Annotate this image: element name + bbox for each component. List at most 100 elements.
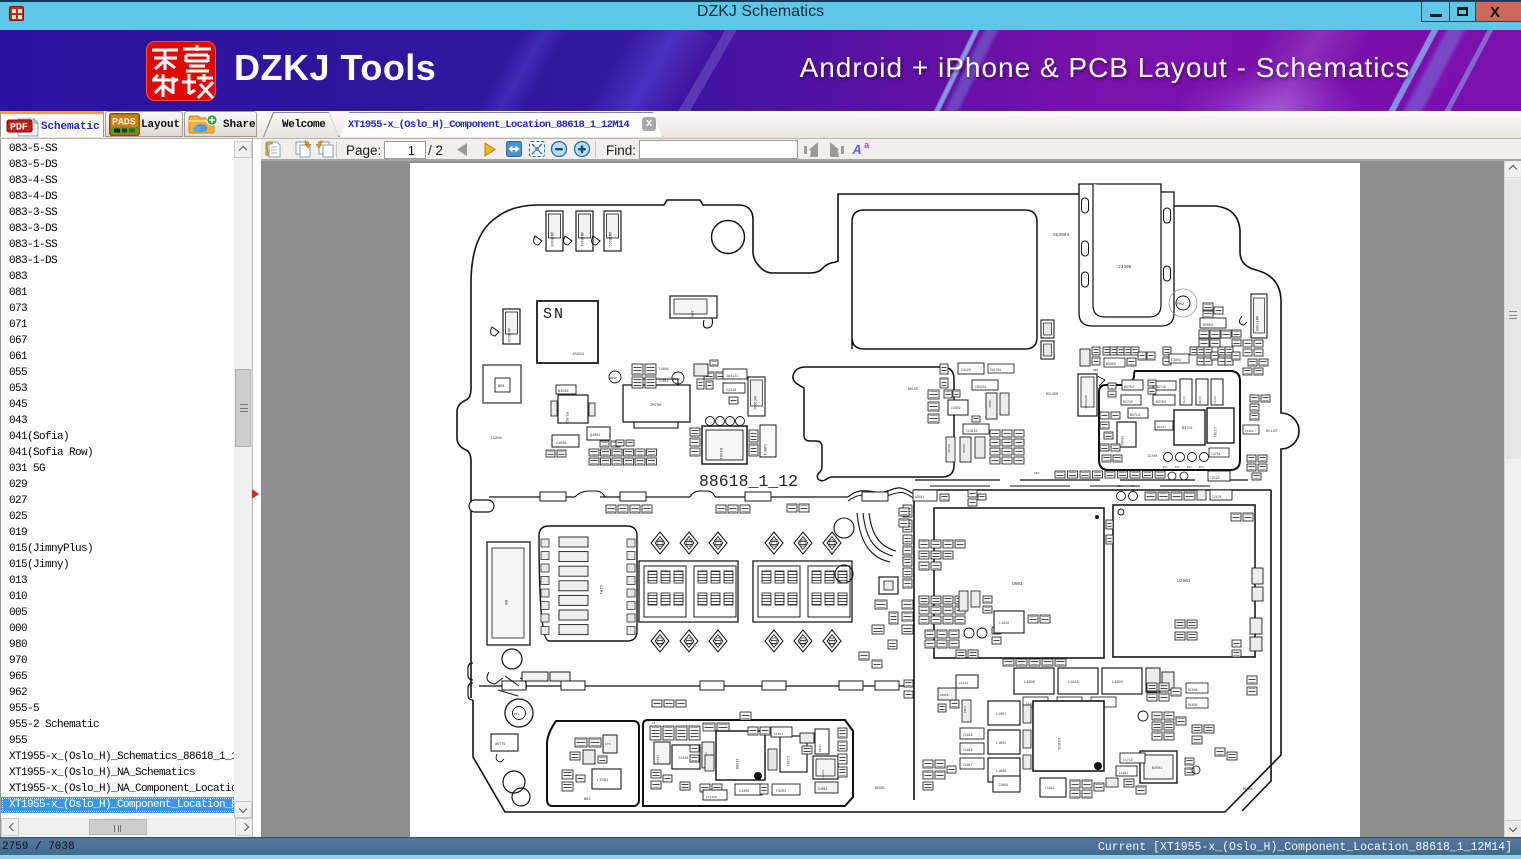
svg-text:B3720: B3720 (1123, 400, 1133, 404)
svg-text:B3703: B3703 (1156, 400, 1166, 404)
svg-text:BT3: BT3 (1187, 466, 1192, 469)
svg-text:a: a (864, 141, 870, 151)
svg-text:IA4121: IA4121 (726, 375, 738, 379)
svg-text:A: A (852, 143, 861, 159)
svg-text:C3463: C3463 (1245, 430, 1254, 433)
svg-text:C2525: C2525 (1212, 495, 1222, 499)
svg-text:Q4003: Q4003 (590, 434, 600, 438)
svg-text:I1306: I1306 (734, 758, 738, 770)
svg-text:C31234: C31234 (947, 444, 950, 453)
svg-text:C4MA71: C4MA71 (763, 444, 767, 456)
svg-text:E3903: E3903 (1171, 358, 1181, 362)
svg-text:B3504: B3504 (1203, 323, 1213, 327)
svg-text:PA3204: PA3204 (962, 444, 965, 454)
svg-text:ANT6901: ANT6901 (579, 232, 583, 247)
svg-text:B8: B8 (503, 600, 507, 605)
svg-text:CN3231: CN3231 (975, 385, 987, 389)
svg-text:DB1: DB1 (1093, 369, 1099, 372)
svg-text:MI1: MI1 (514, 713, 520, 716)
svg-text:F3502: F3502 (776, 790, 786, 794)
svg-text:T1: T1 (1131, 485, 1135, 488)
svg-text:L1602: L1602 (996, 742, 1006, 746)
svg-text:J3201: J3201 (490, 437, 503, 441)
svg-text:DAC301: DAC301 (990, 368, 1002, 372)
svg-text:B3702: B3702 (1124, 385, 1134, 389)
svg-text:JM700: JM700 (650, 404, 662, 408)
svg-text:CR402: CR402 (1120, 436, 1124, 446)
svg-text:PADS: PADS (112, 118, 136, 129)
svg-text:L1616: L1616 (1068, 681, 1079, 685)
svg-text:L1610: L1610 (999, 622, 1009, 626)
svg-text:C4912: C4912 (659, 379, 669, 383)
svg-text:D4404: D4404 (718, 448, 722, 460)
svg-text:I1401: I1401 (678, 757, 689, 761)
svg-text:BILGER: BILGER (1046, 393, 1058, 397)
svg-text:ANT79: ANT79 (495, 743, 505, 747)
svg-text:U501: U501 (1012, 581, 1023, 587)
svg-text:A3011: A3011 (915, 495, 925, 499)
svg-text:J3306: J3306 (1118, 264, 1132, 270)
svg-text:PM2: PM2 (1177, 303, 1185, 307)
svg-text:B3707: B3707 (1157, 426, 1166, 429)
svg-text:C1613: C1613 (959, 682, 968, 685)
svg-text:ANT6902: ANT6902 (607, 232, 611, 247)
svg-text:BCLGT: BCLGT (1266, 430, 1279, 434)
svg-text:B3748: B3748 (1156, 385, 1166, 389)
svg-text:SG3904: SG3904 (1053, 232, 1070, 238)
svg-text:C1617: C1617 (963, 763, 973, 767)
svg-text:BT2: BT2 (1175, 466, 1180, 469)
svg-text:I4120: I4120 (961, 368, 971, 372)
svg-text:ANT6900: ANT6900 (549, 232, 553, 247)
svg-text:RE5M: RE5M (610, 377, 617, 380)
svg-text:BGLGR: BGLGR (908, 387, 918, 391)
svg-text:ANT7400: ANT7400 (1254, 316, 1258, 331)
svg-text:L1603: L1603 (1112, 681, 1123, 685)
svg-text:U2901: U2901 (1177, 578, 1191, 584)
svg-text:C3701: C3701 (1211, 452, 1221, 456)
svg-text:L1607: L1607 (996, 713, 1006, 717)
svg-text:L1608: L1608 (1024, 681, 1035, 685)
svg-text:C1602: C1602 (963, 706, 966, 714)
svg-text:C1301: C1301 (1119, 772, 1128, 775)
svg-text:B63: B63 (584, 798, 590, 802)
svg-text:B4536: B4536 (558, 390, 569, 394)
svg-text:C3767: C3767 (1213, 396, 1216, 404)
svg-text:C3766: C3766 (1198, 396, 1201, 404)
svg-text:JR204: JR204 (572, 353, 585, 357)
svg-text:BT4: BT4 (1199, 466, 1204, 469)
svg-text:C1300: C1300 (739, 790, 749, 794)
svg-text:B3713: B3713 (1130, 413, 1140, 417)
svg-text:C1426: C1426 (656, 755, 659, 764)
svg-text:L1606: L1606 (996, 770, 1006, 774)
svg-text:IC4132: IC4132 (966, 429, 978, 433)
svg-text:D4P04: D4P04 (821, 770, 824, 779)
svg-text:C4506: C4506 (556, 442, 567, 446)
svg-text:BT1: BT1 (1163, 466, 1168, 469)
svg-text:ANT6900B: ANT6900B (1084, 395, 1087, 409)
svg-text:R1636: R1636 (1188, 688, 1198, 692)
svg-text:J4M1: J4M1 (689, 310, 693, 319)
svg-text:C4011: C4011 (818, 787, 828, 791)
svg-text:C1618: C1618 (963, 748, 973, 752)
svg-text:DB2: DB2 (1034, 472, 1040, 475)
svg-text:C1613: C1613 (1045, 786, 1055, 790)
svg-text:C3765: C3765 (1182, 396, 1185, 404)
svg-text:U1601: U1601 (1056, 738, 1060, 751)
svg-text:CT5: CT5 (605, 743, 611, 746)
svg-text:S01: S01 (1117, 485, 1122, 488)
svg-text:C4906: C4906 (659, 367, 669, 371)
svg-text:SIM1: SIM1 (598, 585, 602, 595)
svg-text:B3701: B3701 (1182, 427, 1193, 431)
svg-text:INT2: INT2 (673, 378, 680, 381)
svg-text:MIGR4: MIGR4 (1243, 787, 1253, 791)
svg-text:PDF: PDF (10, 123, 28, 134)
svg-text:N3032: N3032 (988, 400, 991, 408)
svg-text:B3905: B3905 (1106, 362, 1116, 366)
svg-text:L1301: L1301 (785, 756, 789, 766)
svg-text:I3700: I3700 (1147, 455, 1157, 459)
svg-text:I4302: I4302 (951, 406, 961, 410)
svg-text:R1635: R1635 (1188, 703, 1198, 707)
svg-text:B1501: B1501 (1152, 767, 1162, 771)
svg-text:C1301: C1301 (818, 744, 821, 753)
svg-text:88618_1_12: 88618_1_12 (699, 472, 798, 491)
